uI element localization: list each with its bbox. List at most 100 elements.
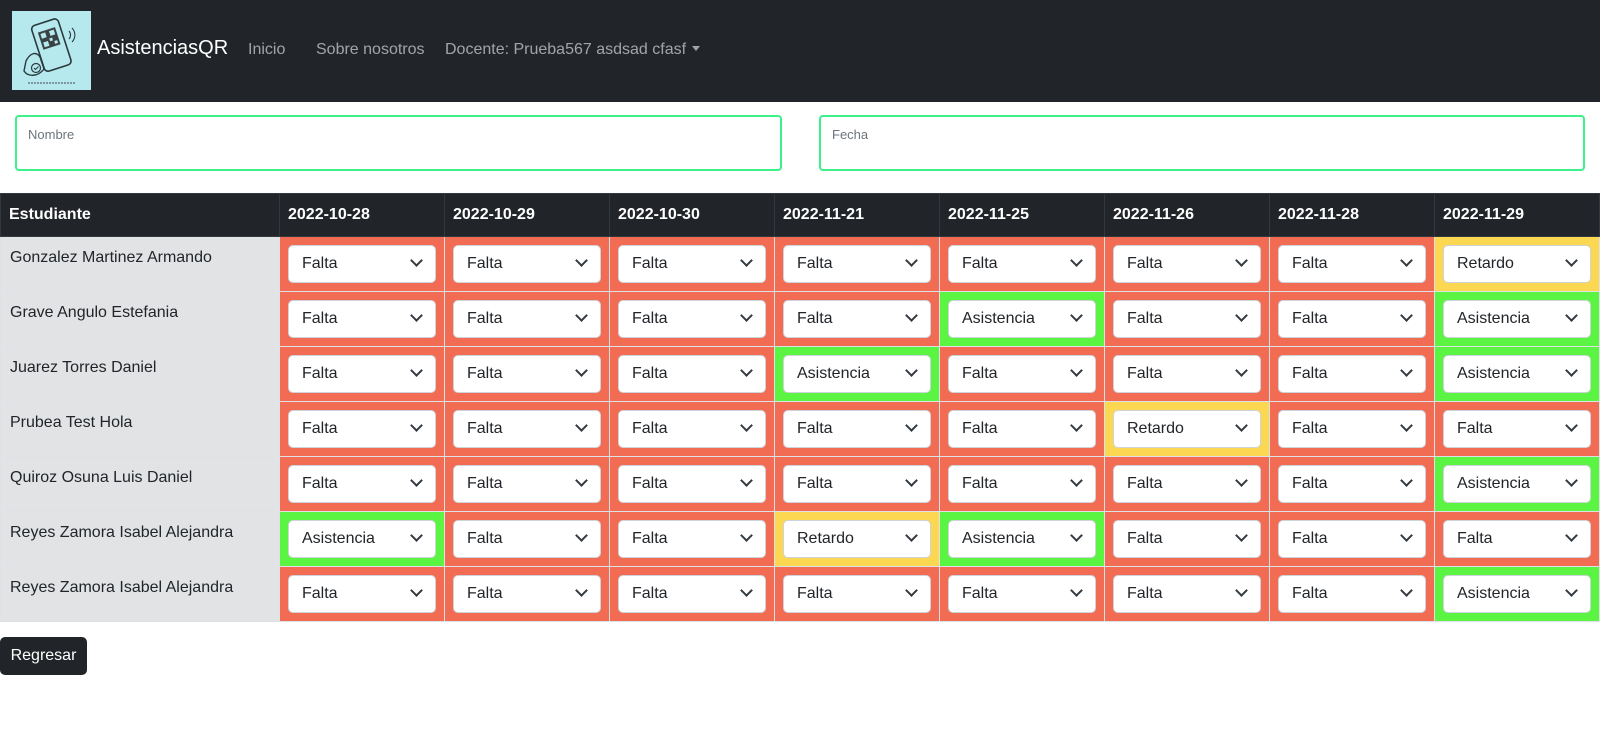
attendance-select[interactable]: Falta <box>288 410 436 448</box>
attendance-select[interactable]: Falta <box>1113 300 1261 338</box>
nav-inicio[interactable]: Inicio <box>248 41 285 59</box>
attendance-value: Falta <box>302 420 338 437</box>
attendance-select[interactable]: Falta <box>618 410 766 448</box>
attendance-select[interactable]: Falta <box>948 245 1096 283</box>
attendance-select[interactable]: Asistencia <box>1443 300 1591 338</box>
attendance-value: Asistencia <box>1457 475 1530 492</box>
attendance-select[interactable]: Falta <box>618 520 766 558</box>
attendance-select[interactable]: Asistencia <box>783 355 931 393</box>
attendance-select[interactable]: Falta <box>783 300 931 338</box>
attendance-select[interactable]: Falta <box>618 355 766 393</box>
attendance-select[interactable]: Falta <box>618 465 766 503</box>
attendance-select[interactable]: Falta <box>1278 575 1426 613</box>
nav-sobre-nosotros[interactable]: Sobre nosotros <box>316 41 425 59</box>
attendance-select[interactable]: Falta <box>453 245 601 283</box>
attendance-select[interactable]: Asistencia <box>948 520 1096 558</box>
attendance-select[interactable]: Falta <box>288 465 436 503</box>
logo[interactable] <box>12 11 91 90</box>
attendance-value: Falta <box>1127 365 1163 382</box>
attendance-select[interactable]: Falta <box>1278 465 1426 503</box>
table-row: Juarez Torres Daniel Falta Falta Falta Asist… <box>0 346 1600 402</box>
attendance-select[interactable]: Falta <box>1278 520 1426 558</box>
attendance-select[interactable]: Falta <box>1278 245 1426 283</box>
chevron-down-icon <box>1400 584 1413 597</box>
attendance-select[interactable]: Falta <box>1278 355 1426 393</box>
attendance-select[interactable]: Falta <box>948 575 1096 613</box>
attendance-value: Falta <box>467 365 503 382</box>
attendance-cell: Falta <box>774 456 940 512</box>
attendance-select[interactable]: Falta <box>1113 520 1261 558</box>
attendance-select[interactable]: Falta <box>1443 410 1591 448</box>
attendance-cell: Falta <box>609 401 775 457</box>
attendance-cell: Falta <box>1434 511 1600 567</box>
table-row: Quiroz Osuna Luis Daniel Falta Falta Falta F… <box>0 456 1600 512</box>
attendance-cell: Falta <box>774 291 940 347</box>
attendance-select[interactable]: Falta <box>1113 245 1261 283</box>
attendance-select[interactable]: Falta <box>1443 520 1591 558</box>
attendance-select[interactable]: Falta <box>948 410 1096 448</box>
attendance-select[interactable]: Falta <box>453 300 601 338</box>
attendance-select[interactable]: Falta <box>453 410 601 448</box>
attendance-value: Falta <box>962 255 998 272</box>
attendance-select[interactable]: Falta <box>288 355 436 393</box>
attendance-cell: Asistencia <box>279 511 445 567</box>
attendance-select[interactable]: Asistencia <box>1443 355 1591 393</box>
attendance-select[interactable]: Falta <box>948 465 1096 503</box>
attendance-select[interactable]: Asistencia <box>1443 465 1591 503</box>
attendance-select[interactable]: Asistencia <box>288 520 436 558</box>
attendance-select[interactable]: Asistencia <box>948 300 1096 338</box>
attendance-select[interactable]: Falta <box>783 575 931 613</box>
attendance-cell: Falta <box>444 346 610 402</box>
attendance-select[interactable]: Falta <box>783 465 931 503</box>
attendance-select[interactable]: Falta <box>288 575 436 613</box>
attendance-value: Falta <box>302 310 338 327</box>
nav-docente-dropdown[interactable]: Docente: Prueba567 asdsad cfasf <box>445 41 701 59</box>
chevron-down-icon <box>905 419 918 432</box>
fecha-label: Fecha <box>832 127 869 142</box>
attendance-select[interactable]: Falta <box>1113 575 1261 613</box>
attendance-select[interactable]: Falta <box>618 300 766 338</box>
attendance-select[interactable]: Falta <box>783 245 931 283</box>
attendance-select[interactable]: Falta <box>288 245 436 283</box>
attendance-select[interactable]: Falta <box>453 355 601 393</box>
attendance-select[interactable]: Falta <box>1113 465 1261 503</box>
attendance-value: Falta <box>1127 310 1163 327</box>
attendance-select[interactable]: Asistencia <box>1443 575 1591 613</box>
chevron-down-icon <box>1235 364 1248 377</box>
attendance-value: Falta <box>302 255 338 272</box>
nombre-input[interactable] <box>27 145 770 167</box>
attendance-select[interactable]: Falta <box>1113 355 1261 393</box>
attendance-select[interactable]: Falta <box>618 575 766 613</box>
fecha-input[interactable] <box>831 145 1573 167</box>
attendance-select[interactable]: Falta <box>453 465 601 503</box>
attendance-cell: Falta <box>774 566 940 622</box>
attendance-value: Falta <box>632 420 668 437</box>
attendance-value: Falta <box>467 585 503 602</box>
attendance-select[interactable]: Falta <box>453 520 601 558</box>
attendance-cell: Asistencia <box>1434 346 1600 402</box>
chevron-down-icon <box>1565 254 1578 267</box>
attendance-value: Falta <box>1292 365 1328 382</box>
attendance-select[interactable]: Falta <box>783 410 931 448</box>
attendance-select[interactable]: Falta <box>948 355 1096 393</box>
attendance-cell: Falta <box>1104 456 1270 512</box>
attendance-select[interactable]: Retardo <box>1113 410 1261 448</box>
chevron-down-icon <box>1565 474 1578 487</box>
regresar-button[interactable]: Regresar <box>0 637 87 675</box>
attendance-cell: Falta <box>444 566 610 622</box>
attendance-value: Falta <box>962 365 998 382</box>
attendance-select[interactable]: Retardo <box>1443 245 1591 283</box>
attendance-select[interactable]: Falta <box>618 245 766 283</box>
brand-link[interactable]: AsistenciasQR <box>97 37 228 60</box>
attendance-select[interactable]: Falta <box>1278 300 1426 338</box>
attendance-select[interactable]: Retardo <box>783 520 931 558</box>
attendance-select[interactable]: Falta <box>288 300 436 338</box>
attendance-cell: Falta <box>1104 291 1270 347</box>
chevron-down-icon <box>740 254 753 267</box>
attendance-select[interactable]: Falta <box>1278 410 1426 448</box>
chevron-down-icon <box>905 529 918 542</box>
chevron-down-icon <box>905 254 918 267</box>
attendance-value: Falta <box>797 475 833 492</box>
attendance-select[interactable]: Falta <box>453 575 601 613</box>
chevron-down-icon <box>1235 309 1248 322</box>
